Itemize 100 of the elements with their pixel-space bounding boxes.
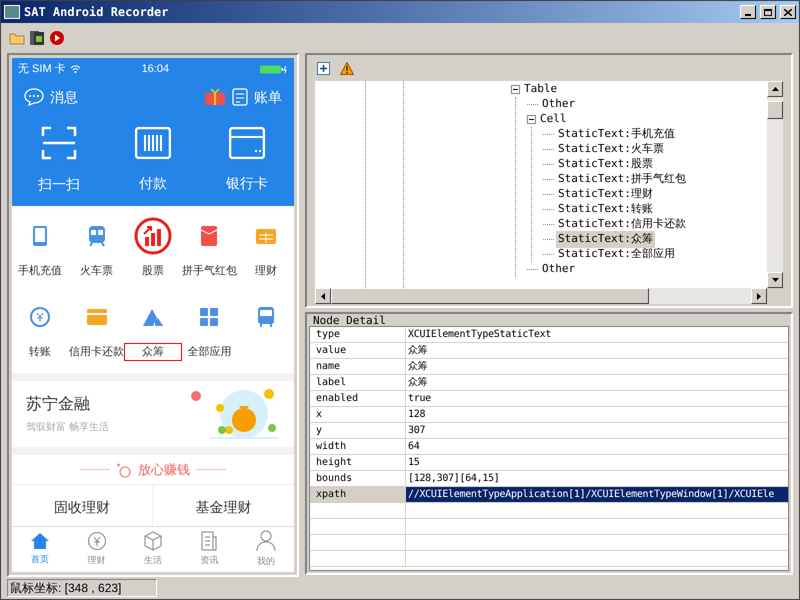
app-label[interactable]: 众筹: [124, 342, 182, 361]
tree-node[interactable]: StaticText:拼手气红包: [556, 171, 688, 188]
property-value: [128,307][64,15]: [407, 472, 501, 486]
banner-title: 苏宁金融: [26, 394, 91, 415]
messages-link[interactable]: 消息: [50, 86, 198, 108]
grid-icon: [199, 306, 220, 326]
banner-subtitle: 驾驭财富 畅享生活: [26, 420, 110, 435]
bus-icon: [256, 306, 275, 328]
phone-icon: [32, 225, 48, 247]
tree-node[interactable]: StaticText:信用卡还款: [556, 216, 688, 233]
tree-node[interactable]: Other: [540, 261, 578, 278]
peak-icon: [142, 306, 164, 326]
property-value: 128: [407, 408, 426, 422]
collapse-toggle[interactable]: [527, 115, 536, 124]
vertical-scrollbar[interactable]: [767, 81, 783, 288]
bill-link[interactable]: 账单: [254, 86, 282, 108]
gift-icon[interactable]: [204, 88, 226, 106]
barcode-icon: [135, 126, 171, 158]
minimize-button[interactable]: [740, 5, 756, 19]
bottom-tab[interactable]: 我的: [238, 527, 294, 572]
right-arrow-icon: [757, 292, 761, 300]
tree-node[interactable]: StaticText:火车票: [556, 141, 666, 158]
property-key: bounds: [310, 471, 406, 486]
chat-bubble-icon[interactable]: [24, 88, 44, 106]
yen-exchange-icon: [29, 306, 52, 328]
tree-node[interactable]: StaticText:手机充值: [556, 126, 677, 143]
property-key: enabled: [310, 391, 406, 406]
tree-node[interactable]: Other: [540, 96, 578, 113]
property-value: 众筹: [407, 376, 428, 390]
warning-icon[interactable]: [340, 62, 354, 74]
product-title[interactable]: 固收理财: [54, 497, 110, 526]
tree-node[interactable]: StaticText:众筹: [556, 231, 655, 248]
maximize-button[interactable]: [760, 5, 776, 19]
device-icon[interactable]: [29, 30, 45, 46]
expand-all-icon[interactable]: [317, 62, 330, 74]
tree-node[interactable]: Cell: [538, 111, 568, 128]
tree-node[interactable]: Table: [522, 81, 560, 98]
app-label[interactable]: 理财: [248, 262, 284, 280]
app-icon: [4, 5, 20, 19]
property-key: type: [310, 327, 406, 342]
document-icon: [199, 531, 220, 552]
close-button[interactable]: [780, 5, 796, 19]
train-icon: [86, 225, 107, 247]
property-value: 众筹: [407, 360, 428, 374]
horizontal-scrollbar[interactable]: [315, 288, 767, 304]
app-label[interactable]: 转账: [22, 342, 58, 361]
app-label[interactable]: 拼手气红包: [174, 262, 244, 280]
window-title: SAT Android Recorder: [24, 4, 170, 21]
app-label[interactable]: 全部应用: [180, 342, 238, 361]
property-value: XCUIElementTypeStaticText: [407, 328, 552, 342]
status-bar-text: 鼠标坐标: [348 , 623]: [7, 579, 157, 597]
property-key: value: [310, 343, 406, 358]
bottom-tab[interactable]: 理财: [68, 527, 125, 572]
tree-node[interactable]: StaticText:理财: [556, 186, 655, 203]
action-label[interactable]: 付款: [139, 172, 167, 194]
property-key: name: [310, 359, 406, 374]
property-key: height: [310, 455, 406, 470]
action-label[interactable]: 扫一扫: [38, 174, 80, 194]
tree-node[interactable]: StaticText:全部应用: [556, 246, 677, 263]
app-label[interactable]: 火车票: [73, 262, 120, 280]
property-key: x: [310, 407, 406, 422]
product-title[interactable]: 基金理财: [196, 497, 252, 526]
person-icon: [256, 530, 276, 552]
record-icon[interactable]: [49, 30, 65, 46]
app-label[interactable]: 股票: [134, 262, 171, 280]
property-value: 64: [407, 440, 420, 454]
property-value: true: [407, 392, 432, 406]
envelope-icon: [200, 225, 218, 247]
property-key: xpath: [310, 487, 406, 502]
close-icon: [784, 8, 792, 16]
box-icon: [142, 531, 163, 552]
up-arrow-icon: [772, 87, 778, 91]
scroll-thumb[interactable]: [767, 100, 783, 118]
promo-banner[interactable]: 苏宁金融 驾驭财富 畅享生活: [12, 381, 294, 447]
bottom-tab[interactable]: 资讯: [181, 527, 238, 572]
tree-node[interactable]: StaticText:转账: [556, 201, 655, 218]
bottom-tab[interactable]: 生活: [124, 527, 182, 572]
app-label[interactable]: 手机充值: [12, 262, 70, 280]
property-key: label: [310, 375, 406, 390]
home-icon: [30, 532, 50, 550]
property-value: 众筹: [407, 344, 428, 358]
yen-circle-icon: [86, 531, 107, 552]
carrier-text: 无 SIM 卡: [18, 62, 66, 77]
tree-node[interactable]: StaticText:股票: [556, 156, 655, 173]
credit-card-icon: [86, 308, 108, 326]
clock-text: 16:04: [140, 62, 170, 77]
scroll-thumb[interactable]: [331, 288, 649, 304]
stock-chart-icon: [134, 217, 172, 255]
collapse-toggle[interactable]: [511, 85, 520, 94]
scan-frame-icon: [41, 126, 77, 160]
battery-icon: [260, 64, 288, 74]
calendar-icon: [254, 227, 277, 245]
bottom-tab[interactable]: 首页: [12, 527, 68, 572]
property-value: //XCUIElementTypeApplication[1]/XCUIElementTypeWindow[1]/XCUIEle: [406, 487, 788, 502]
action-label[interactable]: 银行卡: [226, 172, 268, 194]
receipt-icon[interactable]: [232, 88, 248, 106]
property-value: 15: [407, 456, 420, 470]
wifi-icon: [70, 65, 81, 73]
group-title: Node Detail: [312, 314, 387, 328]
card-icon: [229, 126, 265, 158]
